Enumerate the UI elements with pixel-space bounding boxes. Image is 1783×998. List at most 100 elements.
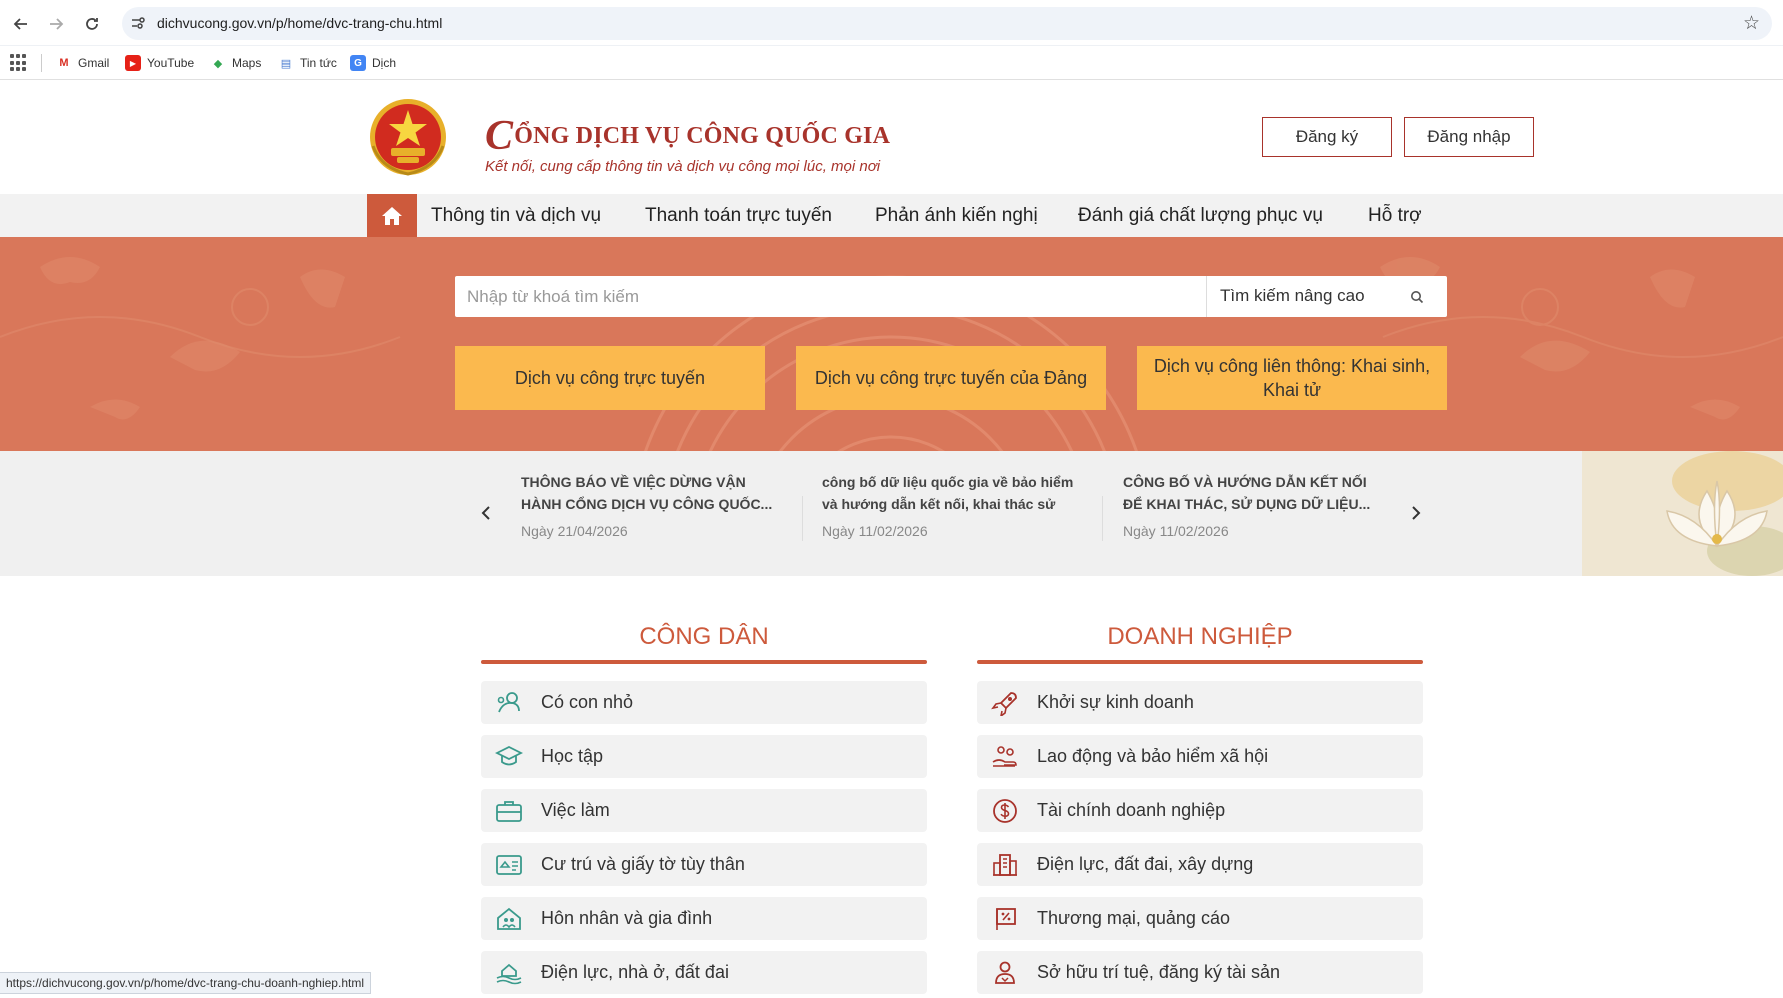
status-bar-url: https://dichvucong.gov.vn/p/home/dvc-tra… [0, 972, 371, 994]
bookmark-label: Tin tức [300, 56, 337, 70]
site-title-text: ỔNG DỊCH VỤ CÔNG QUỐC GIA [514, 123, 891, 149]
category-label: Có con nhỏ [541, 692, 634, 712]
baby-icon [497, 692, 520, 713]
bookmark-youtube[interactable]: ▶ YouTube [125, 54, 194, 72]
category-label: Khởi sự kinh doanh [1037, 692, 1194, 712]
birth-death-service-button[interactable]: Dịch vụ công liên thông: Khai sinh, Khai… [1137, 346, 1447, 410]
online-public-service-button[interactable]: Dịch vụ công trực tuyến [455, 346, 765, 410]
category-label: Điện lực, đất đai, xây dựng [1037, 854, 1254, 874]
category-label: Học tập [541, 746, 604, 766]
advanced-search-link[interactable]: Tìm kiếm nâng cao [1220, 286, 1365, 306]
dollar-coin-icon [993, 799, 1017, 823]
graduation-cap-icon [495, 745, 523, 766]
business-item-labor-insurance[interactable]: Lao động và bảo hiểm xã hội [977, 735, 1423, 778]
news-carousel: THÔNG BÁO VỀ VIỆC DỪNG VẬN HÀNH CỔNG DỊC… [0, 451, 1783, 576]
login-button[interactable]: Đăng nhập [1404, 117, 1534, 157]
bookmark-label: Gmail [78, 56, 110, 70]
home-icon [382, 206, 402, 225]
search-icon [1411, 290, 1424, 303]
business-heading-underline [977, 660, 1423, 664]
business-item-commerce[interactable]: Thương mại, quảng cáo [977, 897, 1423, 940]
news-title[interactable]: CÔNG BỐ VÀ HƯỚNG DẪN KẾT NỐI ĐỂ KHAI THÁ… [1123, 471, 1383, 515]
search-button[interactable] [1387, 276, 1447, 317]
briefcase-icon [496, 801, 522, 822]
nav-item-feedback[interactable]: Phản ánh kiến nghị [875, 205, 1038, 227]
chevron-right-icon [1412, 506, 1421, 520]
citizen-item-education[interactable]: Học tập [481, 735, 927, 778]
site-header: CỔNG DỊCH VỤ CÔNG QUỐC GIA Kết nối, cung… [0, 80, 1783, 194]
back-button[interactable] [9, 12, 33, 36]
citizen-heading-underline [481, 660, 927, 664]
bookmark-label: YouTube [147, 56, 195, 70]
land-house-icon [496, 963, 522, 985]
chevron-left-icon [481, 506, 490, 520]
family-home-icon [497, 907, 521, 930]
nav-item-info-services[interactable]: Thông tin và dịch vụ [431, 205, 601, 227]
citizen-heading[interactable]: CÔNG DÂN [481, 623, 927, 651]
site-settings-icon[interactable] [130, 15, 148, 33]
news-date: Ngày 11/02/2026 [1123, 523, 1229, 539]
news-date: Ngày 11/02/2026 [822, 523, 928, 539]
category-label: Việc làm [541, 800, 610, 820]
news-prev-button[interactable] [476, 501, 496, 527]
bookmark-star-icon[interactable]: ☆ [1743, 12, 1760, 35]
nav-item-online-payment[interactable]: Thanh toán trực tuyến [645, 205, 832, 227]
maps-icon: ◆ [213, 57, 223, 70]
hero-banner: Tìm kiếm nâng cao Dịch vụ công trực tuyế… [0, 237, 1783, 451]
reload-icon [86, 18, 98, 30]
business-item-intellectual-property[interactable]: Sở hữu trí tuệ, đăng ký tài sản [977, 951, 1423, 994]
party-online-service-button[interactable]: Dịch vụ công trực tuyến của Đảng [796, 346, 1106, 410]
apps-grid-icon[interactable] [10, 54, 28, 72]
category-label: Hôn nhân và gia đình [541, 908, 713, 928]
reload-button[interactable] [80, 12, 104, 36]
register-button[interactable]: Đăng ký [1262, 117, 1392, 157]
home-button[interactable] [367, 194, 417, 237]
search-input[interactable] [455, 276, 1206, 317]
bookmark-label: Dịch [372, 56, 397, 70]
bookmark-maps[interactable]: ◆ Maps [210, 54, 262, 72]
citizen-item-children[interactable]: Có con nhỏ [481, 681, 927, 724]
discount-board-icon [996, 908, 1016, 930]
citizen-item-employment[interactable]: Việc làm [481, 789, 927, 832]
labor-insurance-icon [992, 746, 1017, 767]
category-label: Lao động và bảo hiểm xã hội [1037, 746, 1269, 766]
drum-pattern-background [0, 257, 1783, 451]
news-title[interactable]: THÔNG BÁO VỀ VIỆC DỪNG VẬN HÀNH CỔNG DỊC… [521, 471, 781, 515]
citizen-item-land-housing[interactable]: Điện lực, nhà ở, đất đai [481, 951, 927, 994]
national-emblem-logo[interactable] [367, 96, 449, 178]
bookmark-translate[interactable]: G Dịch [350, 54, 396, 72]
news-item: CÔNG BỐ VÀ HƯỚNG DẪN KẾT NỐI ĐỂ KHAI THÁ… [1123, 471, 1383, 539]
translate-icon: G [350, 55, 366, 71]
bookmark-news[interactable]: ▤ Tin tức [278, 54, 337, 72]
news-title[interactable]: công bố dữ liệu quốc gia về bảo hiểm và … [822, 471, 1082, 515]
nav-item-support[interactable]: Hỗ trợ [1368, 205, 1422, 227]
citizen-item-residence[interactable]: Cư trú và giấy tờ tùy thân [481, 843, 927, 886]
forward-button[interactable] [44, 12, 68, 36]
lotus-illustration [1582, 451, 1783, 576]
bookmark-label: Maps [232, 56, 262, 70]
business-heading[interactable]: DOANH NGHIỆP [977, 623, 1423, 651]
address-url[interactable]: dichvucong.gov.vn/p/home/dvc-trang-chu.h… [157, 15, 442, 31]
bookmark-gmail[interactable]: M Gmail [56, 54, 109, 72]
business-item-startup[interactable]: Khởi sự kinh doanh [977, 681, 1423, 724]
nav-item-service-quality[interactable]: Đánh giá chất lượng phục vụ [1078, 205, 1323, 227]
business-item-finance[interactable]: Tài chính doanh nghiệp [977, 789, 1423, 832]
bookmarks-divider [41, 54, 42, 72]
id-card-icon [496, 855, 522, 875]
business-item-construction[interactable]: Điện lực, đất đai, xây dựng [977, 843, 1423, 886]
site-title-initial: C [485, 113, 514, 159]
citizen-item-marriage-family[interactable]: Hôn nhân và gia đình [481, 897, 927, 940]
news-date: Ngày 21/04/2026 [521, 523, 628, 539]
site-title[interactable]: CỔNG DỊCH VỤ CÔNG QUỐC GIA [485, 106, 891, 159]
news-item: công bố dữ liệu quốc gia về bảo hiểm và … [822, 471, 1082, 539]
address-bar[interactable]: dichvucong.gov.vn/p/home/dvc-trang-chu.h… [122, 7, 1772, 40]
arrow-left-icon [13, 18, 27, 30]
main-navigation: Thông tin và dịch vụ Thanh toán trực tuy… [0, 194, 1783, 237]
category-label: Tài chính doanh nghiệp [1037, 800, 1226, 820]
category-label: Thương mại, quảng cáo [1037, 908, 1230, 928]
browser-toolbar: dichvucong.gov.vn/p/home/dvc-trang-chu.h… [0, 0, 1783, 46]
news-next-button[interactable] [1406, 501, 1426, 527]
search-bar: Tìm kiếm nâng cao [455, 276, 1447, 317]
building-icon [993, 854, 1017, 876]
news-divider [802, 496, 803, 541]
